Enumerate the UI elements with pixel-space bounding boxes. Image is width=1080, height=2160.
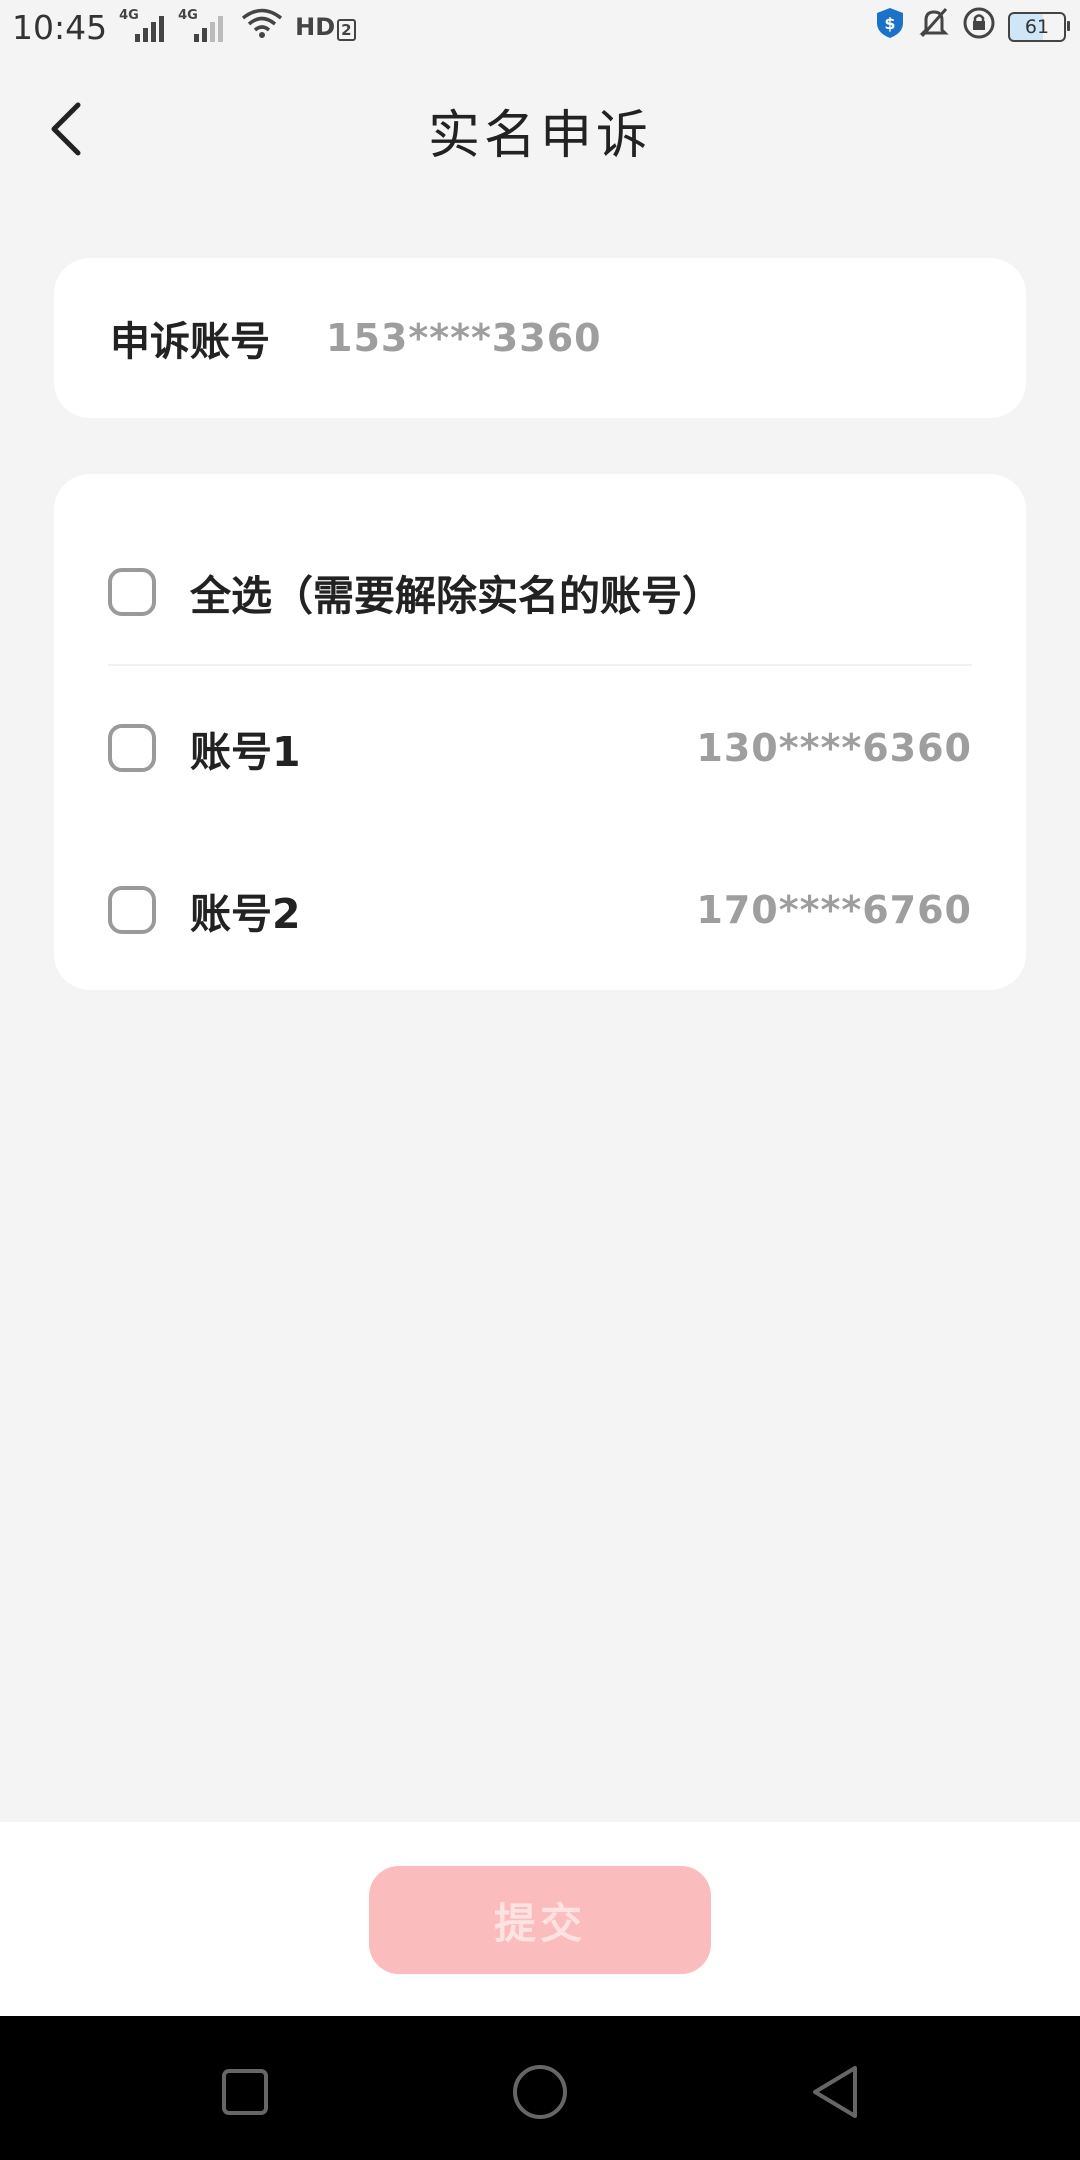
- rotation-lock-icon: [962, 6, 996, 48]
- network-type-label-2: 4G: [178, 8, 198, 23]
- hd-sub-label: 2: [337, 19, 356, 41]
- divider: [108, 664, 972, 666]
- recent-apps-button[interactable]: [205, 2052, 285, 2132]
- chevron-left-icon: [51, 102, 81, 156]
- battery-icon: 61: [1008, 12, 1070, 42]
- status-time: 10:45: [12, 7, 108, 47]
- account-1-label: 账号1: [190, 728, 301, 776]
- system-back-button[interactable]: [795, 2052, 875, 2132]
- appeal-account-card: 申诉账号 153****3360: [54, 258, 1026, 418]
- account-item-2[interactable]: 账号2 170****6760: [108, 860, 972, 960]
- home-button[interactable]: [500, 2052, 580, 2132]
- hd-voice-icon: HD 2: [295, 13, 356, 41]
- select-all-checkbox[interactable]: [108, 568, 156, 616]
- bottom-action-area: 提交: [0, 1822, 1080, 2016]
- select-all-label: 全选（需要解除实名的账号）: [190, 572, 723, 620]
- account-item-1[interactable]: 账号1 130****6360: [108, 698, 972, 798]
- account-2-value: 170****6760: [696, 888, 972, 932]
- shield-icon: $: [874, 6, 906, 48]
- account-2-checkbox[interactable]: [108, 886, 156, 934]
- select-all-row[interactable]: 全选（需要解除实名的账号）: [108, 542, 972, 642]
- cellular-signal-icon: 4G: [119, 8, 165, 42]
- bell-muted-icon: [918, 6, 950, 48]
- appeal-account-label: 申诉账号: [110, 319, 270, 365]
- status-bar: 10:45 4G 4G HD 2 $ 61: [0, 0, 1080, 54]
- system-navigation-bar: [0, 2016, 1080, 2160]
- account-1-value: 130****6360: [696, 726, 972, 770]
- account-2-label: 账号2: [190, 890, 301, 938]
- square-icon: [222, 2069, 268, 2115]
- svg-text:$: $: [884, 14, 895, 33]
- submit-button[interactable]: 提交: [369, 1866, 711, 1974]
- navigation-bar: 实名申诉: [0, 54, 1080, 206]
- hd-label: HD: [295, 13, 336, 41]
- wifi-icon: [241, 7, 283, 47]
- account-1-checkbox[interactable]: [108, 724, 156, 772]
- account-selection-card: 全选（需要解除实名的账号） 账号1 130****6360 账号2 170***…: [54, 474, 1026, 990]
- battery-level: 61: [1024, 16, 1050, 38]
- network-type-label: 4G: [119, 8, 139, 23]
- back-button[interactable]: [36, 94, 96, 164]
- triangle-back-icon: [813, 2066, 857, 2118]
- circle-icon: [513, 2065, 567, 2119]
- cellular-signal-icon-2: 4G: [178, 8, 224, 42]
- appeal-account-value: 153****3360: [326, 316, 602, 360]
- page-title: 实名申诉: [427, 105, 652, 166]
